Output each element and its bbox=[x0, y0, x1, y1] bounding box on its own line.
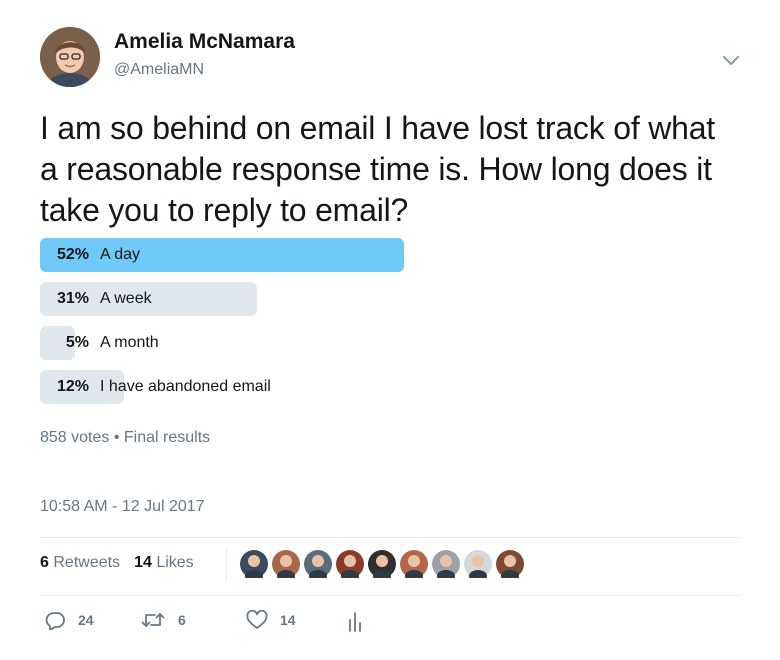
reply-button[interactable]: 24 bbox=[44, 610, 94, 630]
poll-option: 5% A month bbox=[40, 326, 740, 360]
reply-icon bbox=[44, 610, 66, 630]
liker-avatar[interactable] bbox=[304, 550, 332, 582]
liker-avatar[interactable] bbox=[336, 550, 364, 582]
retweets-stat[interactable]: 6 Retweets bbox=[40, 554, 120, 572]
likers-avatars bbox=[240, 550, 524, 582]
retweet-count: 6 bbox=[178, 612, 186, 628]
tweet-text: I am so behind on email I have lost trac… bbox=[40, 110, 715, 228]
author-avatar[interactable] bbox=[40, 27, 100, 87]
author-handle[interactable]: @AmeliaMN bbox=[114, 61, 204, 79]
author-name[interactable]: Amelia McNamara bbox=[114, 30, 295, 54]
poll-bar bbox=[40, 238, 404, 272]
poll: 52% A day 31% A week 5% A month 12% I ha… bbox=[40, 238, 740, 414]
divider bbox=[226, 548, 227, 582]
poll-meta-separator: • bbox=[113, 429, 120, 446]
like-button[interactable]: 14 bbox=[246, 610, 296, 630]
liker-avatar[interactable] bbox=[496, 550, 524, 582]
likes-stat[interactable]: 14 Likes bbox=[134, 554, 194, 572]
liker-avatar[interactable] bbox=[464, 550, 492, 582]
liker-avatar[interactable] bbox=[272, 550, 300, 582]
tweet-timestamp[interactable]: 10:58 AM - 12 Jul 2017 bbox=[40, 498, 205, 516]
poll-votes: 858 votes bbox=[40, 429, 110, 446]
poll-percent: 12% bbox=[56, 378, 89, 395]
engagement-stats: 6 Retweets 14 Likes bbox=[40, 554, 194, 572]
retweet-button[interactable]: 6 bbox=[140, 610, 186, 630]
poll-option: 31% A week bbox=[40, 282, 740, 316]
like-count: 14 bbox=[280, 612, 296, 628]
chevron-down-icon[interactable] bbox=[718, 50, 744, 70]
poll-summary: 858 votes • Final results bbox=[40, 429, 210, 447]
poll-status: Final results bbox=[123, 429, 211, 446]
liker-avatar[interactable] bbox=[240, 550, 268, 582]
liker-avatar[interactable] bbox=[368, 550, 396, 582]
poll-option-label: I have abandoned email bbox=[100, 378, 271, 395]
poll-percent: 52% bbox=[56, 246, 89, 263]
reply-count: 24 bbox=[78, 612, 94, 628]
retweets-count: 6 bbox=[40, 554, 49, 571]
liker-avatar[interactable] bbox=[432, 550, 460, 582]
tweet-actions: 24 6 14 bbox=[44, 610, 444, 638]
heart-icon bbox=[246, 610, 268, 630]
likes-label: Likes bbox=[156, 554, 194, 571]
poll-option-label: A month bbox=[100, 334, 159, 351]
poll-option-label: A day bbox=[100, 246, 141, 263]
tweet-card: Amelia McNamara @AmeliaMN I am so behind… bbox=[0, 0, 780, 660]
divider bbox=[40, 595, 740, 596]
poll-option: 12% I have abandoned email bbox=[40, 370, 740, 404]
poll-option: 52% A day bbox=[40, 238, 740, 272]
analytics-icon bbox=[348, 610, 362, 632]
poll-option-label: A week bbox=[100, 290, 152, 307]
likes-count: 14 bbox=[134, 554, 152, 571]
divider bbox=[40, 537, 740, 538]
retweet-icon bbox=[140, 610, 166, 630]
retweets-label: Retweets bbox=[53, 554, 121, 571]
analytics-button[interactable] bbox=[348, 610, 362, 632]
poll-percent: 5% bbox=[65, 334, 89, 351]
poll-percent: 31% bbox=[56, 290, 89, 307]
liker-avatar[interactable] bbox=[400, 550, 428, 582]
